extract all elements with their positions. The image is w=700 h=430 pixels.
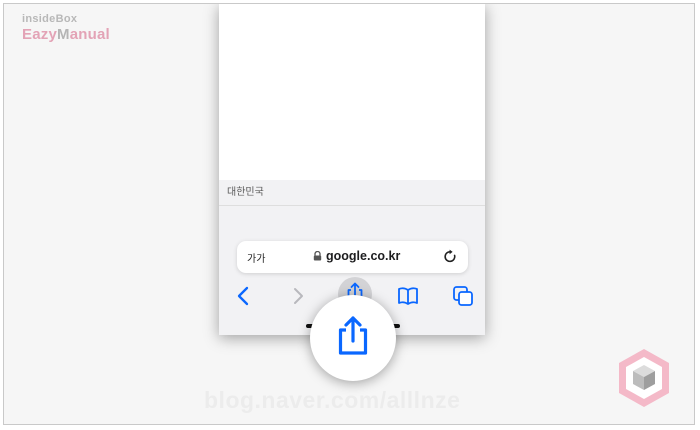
book-icon[interactable] <box>395 283 421 309</box>
text-size-button[interactable]: 가가 <box>247 250 265 265</box>
share-icon <box>338 316 368 355</box>
share-icon-magnified <box>310 295 396 381</box>
phone-screen: 대한민국 가가 google.co.kr <box>219 4 485 335</box>
back-chevron-icon[interactable] <box>231 283 257 309</box>
address-bar[interactable]: 가가 google.co.kr <box>237 241 468 273</box>
region-footer-text: 대한민국 <box>219 180 485 206</box>
brand-bottom-text: EazyManual <box>22 26 110 43</box>
lock-icon <box>313 251 322 261</box>
brand-logo: insideBox EazyManual <box>22 13 110 43</box>
cube-logo-icon <box>619 349 669 407</box>
blog-url-watermark: blog.naver.com/alllnze <box>204 387 461 413</box>
screenshot-frame: insideBox EazyManual 대한민국 가가 google.co.k… <box>3 3 695 425</box>
forward-chevron-icon[interactable] <box>285 283 311 309</box>
url-text[interactable]: google.co.kr <box>326 249 400 263</box>
tabs-icon[interactable] <box>450 283 476 309</box>
brand-top-text: insideBox <box>22 13 78 25</box>
reload-icon[interactable] <box>443 249 457 264</box>
